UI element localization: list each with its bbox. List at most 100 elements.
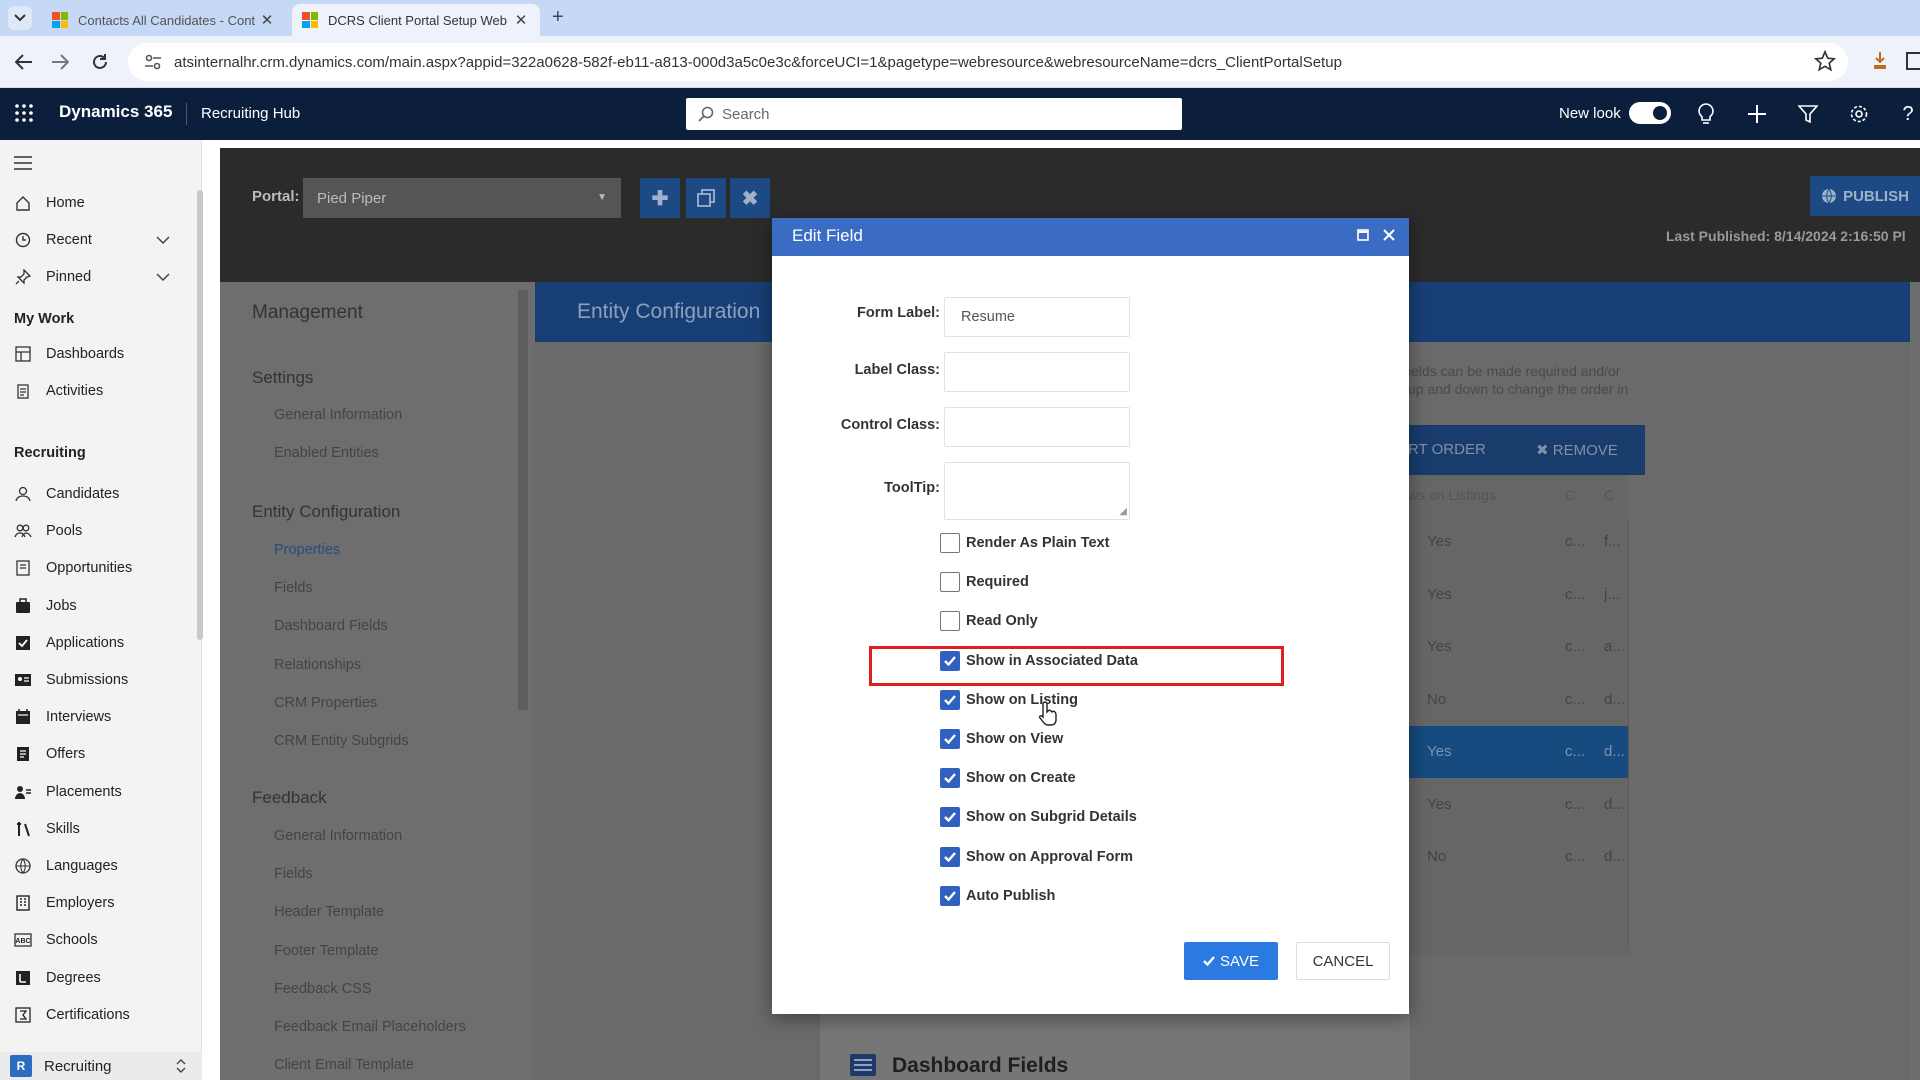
- delete-portal-button[interactable]: ✖: [730, 178, 770, 218]
- nav-item-employers[interactable]: Employers: [0, 888, 190, 918]
- app-name[interactable]: Recruiting Hub: [201, 105, 300, 122]
- nav-item-skills[interactable]: Skills: [0, 814, 190, 844]
- help-icon[interactable]: ?: [1896, 102, 1920, 126]
- checkbox-show-on-create[interactable]: Show on Create: [940, 767, 1076, 789]
- nav-item-home[interactable]: Home: [0, 188, 190, 218]
- app-launcher-icon[interactable]: [14, 103, 34, 123]
- nav-item-degrees[interactable]: Degrees: [0, 963, 190, 993]
- nav-item-pinned[interactable]: Pinned: [0, 262, 190, 292]
- management-item-general-information[interactable]: General Information: [274, 828, 402, 844]
- management-item-client-email-template[interactable]: Client Email Template: [274, 1057, 414, 1073]
- nav-item-certifications[interactable]: Certifications: [0, 1000, 190, 1030]
- checkbox-box[interactable]: [940, 689, 960, 710]
- grid-column-header[interactable]: C: [1604, 487, 1614, 503]
- nav-item-opportunities[interactable]: Opportunities: [0, 553, 190, 583]
- checkbox-read-only[interactable]: Read Only: [940, 610, 1038, 632]
- plus-icon[interactable]: [1745, 102, 1769, 126]
- portal-select[interactable]: Pied Piper ▼: [303, 178, 621, 218]
- nav-item-dashboards[interactable]: Dashboards: [0, 339, 190, 369]
- bookmark-star-icon[interactable]: [1814, 50, 1836, 72]
- browser-tab-contacts[interactable]: Contacts All Candidates - Cont ✕: [42, 4, 286, 36]
- grid-column-header[interactable]: C: [1565, 487, 1575, 503]
- add-portal-button[interactable]: ✚: [640, 178, 680, 218]
- checkbox-box[interactable]: [940, 729, 960, 749]
- management-item-fields[interactable]: Fields: [274, 866, 313, 882]
- checkbox-box[interactable]: [940, 807, 960, 828]
- nav-item-interviews[interactable]: Interviews: [0, 702, 190, 732]
- table-row[interactable]: Yes c... j...: [1408, 569, 1628, 621]
- nav-item-activities[interactable]: Activities: [0, 376, 190, 406]
- browser-tab-dcrs[interactable]: DCRS Client Portal Setup Web ✕: [292, 4, 540, 36]
- management-item-enabled-entities[interactable]: Enabled Entities: [274, 445, 379, 461]
- checkbox-required[interactable]: Required: [940, 571, 1029, 593]
- new-look-toggle[interactable]: [1629, 102, 1671, 124]
- brand-title[interactable]: Dynamics 365: [59, 102, 172, 122]
- checkbox-box[interactable]: [940, 846, 960, 867]
- filter-icon[interactable]: [1796, 102, 1820, 126]
- checkbox-box[interactable]: [940, 768, 960, 789]
- management-item-footer-template[interactable]: Footer Template: [274, 943, 379, 959]
- nav-item-languages[interactable]: Languages: [0, 851, 190, 881]
- maximize-icon[interactable]: [1352, 224, 1374, 246]
- extension-icon[interactable]: [1870, 50, 1890, 72]
- chevron-down-icon[interactable]: [156, 236, 170, 244]
- nav-item-pools[interactable]: Pools: [0, 516, 190, 546]
- nav-item-schools[interactable]: ABC Schools: [0, 925, 190, 955]
- checkbox-box[interactable]: [940, 611, 960, 632]
- table-row[interactable]: Yes c... f...: [1408, 516, 1628, 568]
- close-icon[interactable]: [1378, 224, 1400, 246]
- management-item-fields[interactable]: Fields: [274, 580, 313, 596]
- management-item-relationships[interactable]: Relationships: [274, 657, 361, 673]
- management-item-header-template[interactable]: Header Template: [274, 904, 384, 920]
- checkbox-show-on-view[interactable]: Show on View: [940, 728, 1063, 750]
- control-class-input[interactable]: [944, 407, 1130, 447]
- checkbox-render-as-plain-text[interactable]: Render As Plain Text: [940, 532, 1109, 554]
- table-row[interactable]: Yes c... d...: [1408, 726, 1628, 778]
- nav-item-placements[interactable]: Placements: [0, 777, 190, 807]
- management-item-feedback-email-placeholders[interactable]: Feedback Email Placeholders: [274, 1019, 466, 1035]
- sort-order-button[interactable]: RT ORDER: [1408, 441, 1486, 458]
- address-bar[interactable]: atsinternalhr.crm.dynamics.com/main.aspx…: [128, 43, 1848, 81]
- nav-item-recent[interactable]: Recent: [0, 225, 190, 255]
- lightbulb-icon[interactable]: [1694, 102, 1718, 126]
- close-tab-icon[interactable]: ✕: [258, 11, 276, 29]
- checkbox-box[interactable]: [940, 885, 960, 906]
- label-class-input[interactable]: [944, 352, 1130, 392]
- checkbox-box[interactable]: [940, 572, 960, 593]
- hamburger-menu-icon[interactable]: [14, 156, 32, 170]
- management-item-dashboard-fields[interactable]: Dashboard Fields: [274, 618, 388, 634]
- checkbox-auto-publish[interactable]: Auto Publish: [940, 885, 1055, 907]
- tooltip-textarea[interactable]: ◢: [944, 462, 1130, 520]
- back-icon[interactable]: [8, 46, 40, 78]
- management-item-feedback-css[interactable]: Feedback CSS: [274, 981, 372, 997]
- management-item-crm-entity-subgrids[interactable]: CRM Entity Subgrids: [274, 733, 409, 749]
- table-row[interactable]: Yes c... d...: [1408, 779, 1628, 831]
- checkbox-show-on-approval-form[interactable]: Show on Approval Form: [940, 846, 1133, 868]
- management-item-properties[interactable]: Properties: [274, 542, 340, 558]
- sidebar-scrollbar[interactable]: [197, 190, 203, 640]
- resize-handle-icon[interactable]: ◢: [1119, 506, 1127, 517]
- grid-column-header[interactable]: ws on Listings: [1408, 487, 1496, 503]
- cancel-button[interactable]: CANCEL: [1296, 942, 1390, 980]
- management-scrollbar[interactable]: [518, 290, 528, 710]
- table-row[interactable]: No c... d...: [1408, 831, 1628, 883]
- close-tab-icon[interactable]: ✕: [512, 11, 530, 29]
- chevron-down-icon[interactable]: [156, 273, 170, 281]
- nav-item-submissions[interactable]: Submissions: [0, 665, 190, 695]
- forward-icon[interactable]: [44, 46, 76, 78]
- area-switcher[interactable]: R Recruiting: [0, 1052, 202, 1080]
- management-item-general-information[interactable]: General Information: [274, 407, 402, 423]
- nav-item-jobs[interactable]: Jobs: [0, 591, 190, 621]
- side-panel-icon[interactable]: [1906, 50, 1920, 72]
- nav-item-offers[interactable]: Offers: [0, 739, 190, 769]
- global-search-input[interactable]: Search: [686, 98, 1182, 130]
- save-button[interactable]: SAVE: [1184, 942, 1278, 980]
- table-row[interactable]: Yes c... a...: [1408, 621, 1628, 673]
- copy-portal-button[interactable]: [686, 178, 726, 218]
- form-label-input[interactable]: Resume: [944, 297, 1130, 337]
- tab-list-dropdown-icon[interactable]: [8, 6, 32, 30]
- remove-button[interactable]: ✖ REMOVE: [1536, 441, 1618, 459]
- nav-item-applications[interactable]: Applications: [0, 628, 190, 658]
- publish-button[interactable]: PUBLISH: [1810, 176, 1920, 216]
- reload-icon[interactable]: [84, 46, 116, 78]
